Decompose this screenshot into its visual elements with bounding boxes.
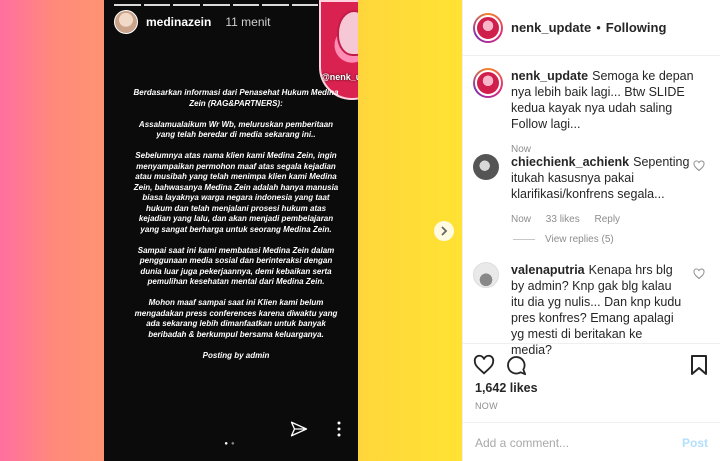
like-comment-heart-icon[interactable]	[693, 268, 705, 280]
post-media: medinazein 11 menit @nenk_update Berdasa…	[0, 0, 462, 461]
statement-paragraph: Berdasarkan informasi dari Penasehat Huk…	[133, 88, 339, 108]
comment-bubble-icon[interactable]	[505, 354, 527, 376]
chevron-right-icon	[441, 226, 448, 236]
statement-paragraph: Assalamualaikum Wr Wb, meluruskan pember…	[138, 119, 334, 140]
statement-signature: Posting by admin	[202, 350, 270, 360]
commenter-avatar[interactable]	[473, 154, 499, 180]
statement-paragraph: Sebelumnya atas nama klien kami Medina Z…	[133, 151, 339, 234]
bookmark-icon[interactable]	[690, 354, 708, 376]
story-statement: Berdasarkan informasi dari Penasehat Huk…	[130, 88, 342, 372]
header-username[interactable]: nenk_update	[511, 20, 591, 35]
header-avatar[interactable]	[473, 12, 503, 43]
next-slide-button[interactable]	[434, 221, 454, 241]
post-sidebar: nenk_update • Following nenk_update Semog…	[462, 0, 720, 461]
replies-divider	[513, 239, 535, 240]
following-button[interactable]: Following	[606, 20, 667, 35]
caption: nenk_update Semoga ke depan nya lebih bai…	[473, 68, 709, 158]
story-screenshot: medinazein 11 menit @nenk_update Berdasa…	[104, 0, 358, 461]
cartoon-face-icon	[337, 10, 358, 56]
comment-input[interactable]: Add a comment...	[475, 436, 682, 450]
header-separator: •	[596, 20, 601, 35]
caption-avatar[interactable]	[473, 68, 503, 98]
story-time: 11 menit	[225, 15, 271, 29]
story-username: medinazein	[146, 15, 212, 29]
statement-paragraph: Mohon maaf sampai saat ini Klien kami be…	[134, 298, 338, 339]
comment-time: Now	[511, 214, 532, 225]
commenter-avatar[interactable]	[473, 262, 499, 288]
post-comment-button[interactable]: Post	[682, 436, 708, 450]
reply-button[interactable]: Reply	[594, 214, 620, 225]
comment-item: chiechienk_achienk Sepenting itukah kasus…	[473, 154, 709, 228]
like-heart-icon[interactable]	[473, 354, 495, 376]
send-icon[interactable]	[290, 420, 308, 438]
story-avatar	[114, 10, 138, 34]
more-options-icon[interactable]	[336, 420, 342, 438]
post-timestamp: NOW	[475, 401, 498, 411]
slide-indicator: ●●	[224, 441, 238, 447]
comment-likes[interactable]: 33 likes	[546, 214, 580, 225]
sticker-label: @nenk_update	[321, 72, 358, 82]
add-comment-bar: Add a comment... Post	[463, 422, 720, 461]
story-user: medinazein 11 menit	[114, 10, 271, 34]
view-replies-label: View replies (5)	[545, 234, 614, 245]
like-comment-heart-icon[interactable]	[693, 160, 705, 172]
likes-count[interactable]: 1,642 likes	[475, 381, 538, 395]
statement-paragraph: Sampai saat ini kami membatasi Medina Ze…	[137, 245, 335, 287]
comment-username[interactable]: chiechienk_achienk	[511, 155, 629, 169]
comment-username[interactable]: valenaputria	[511, 263, 585, 277]
story-progress-bar	[114, 4, 348, 7]
caption-username[interactable]: nenk_update	[511, 69, 588, 83]
post-header: nenk_update • Following	[463, 0, 720, 56]
nenk-update-sticker: @nenk_update	[319, 0, 358, 100]
view-replies-button[interactable]: View replies (5)	[513, 234, 614, 245]
post-actions: 1,642 likes NOW Add a comment... Post	[463, 343, 720, 461]
